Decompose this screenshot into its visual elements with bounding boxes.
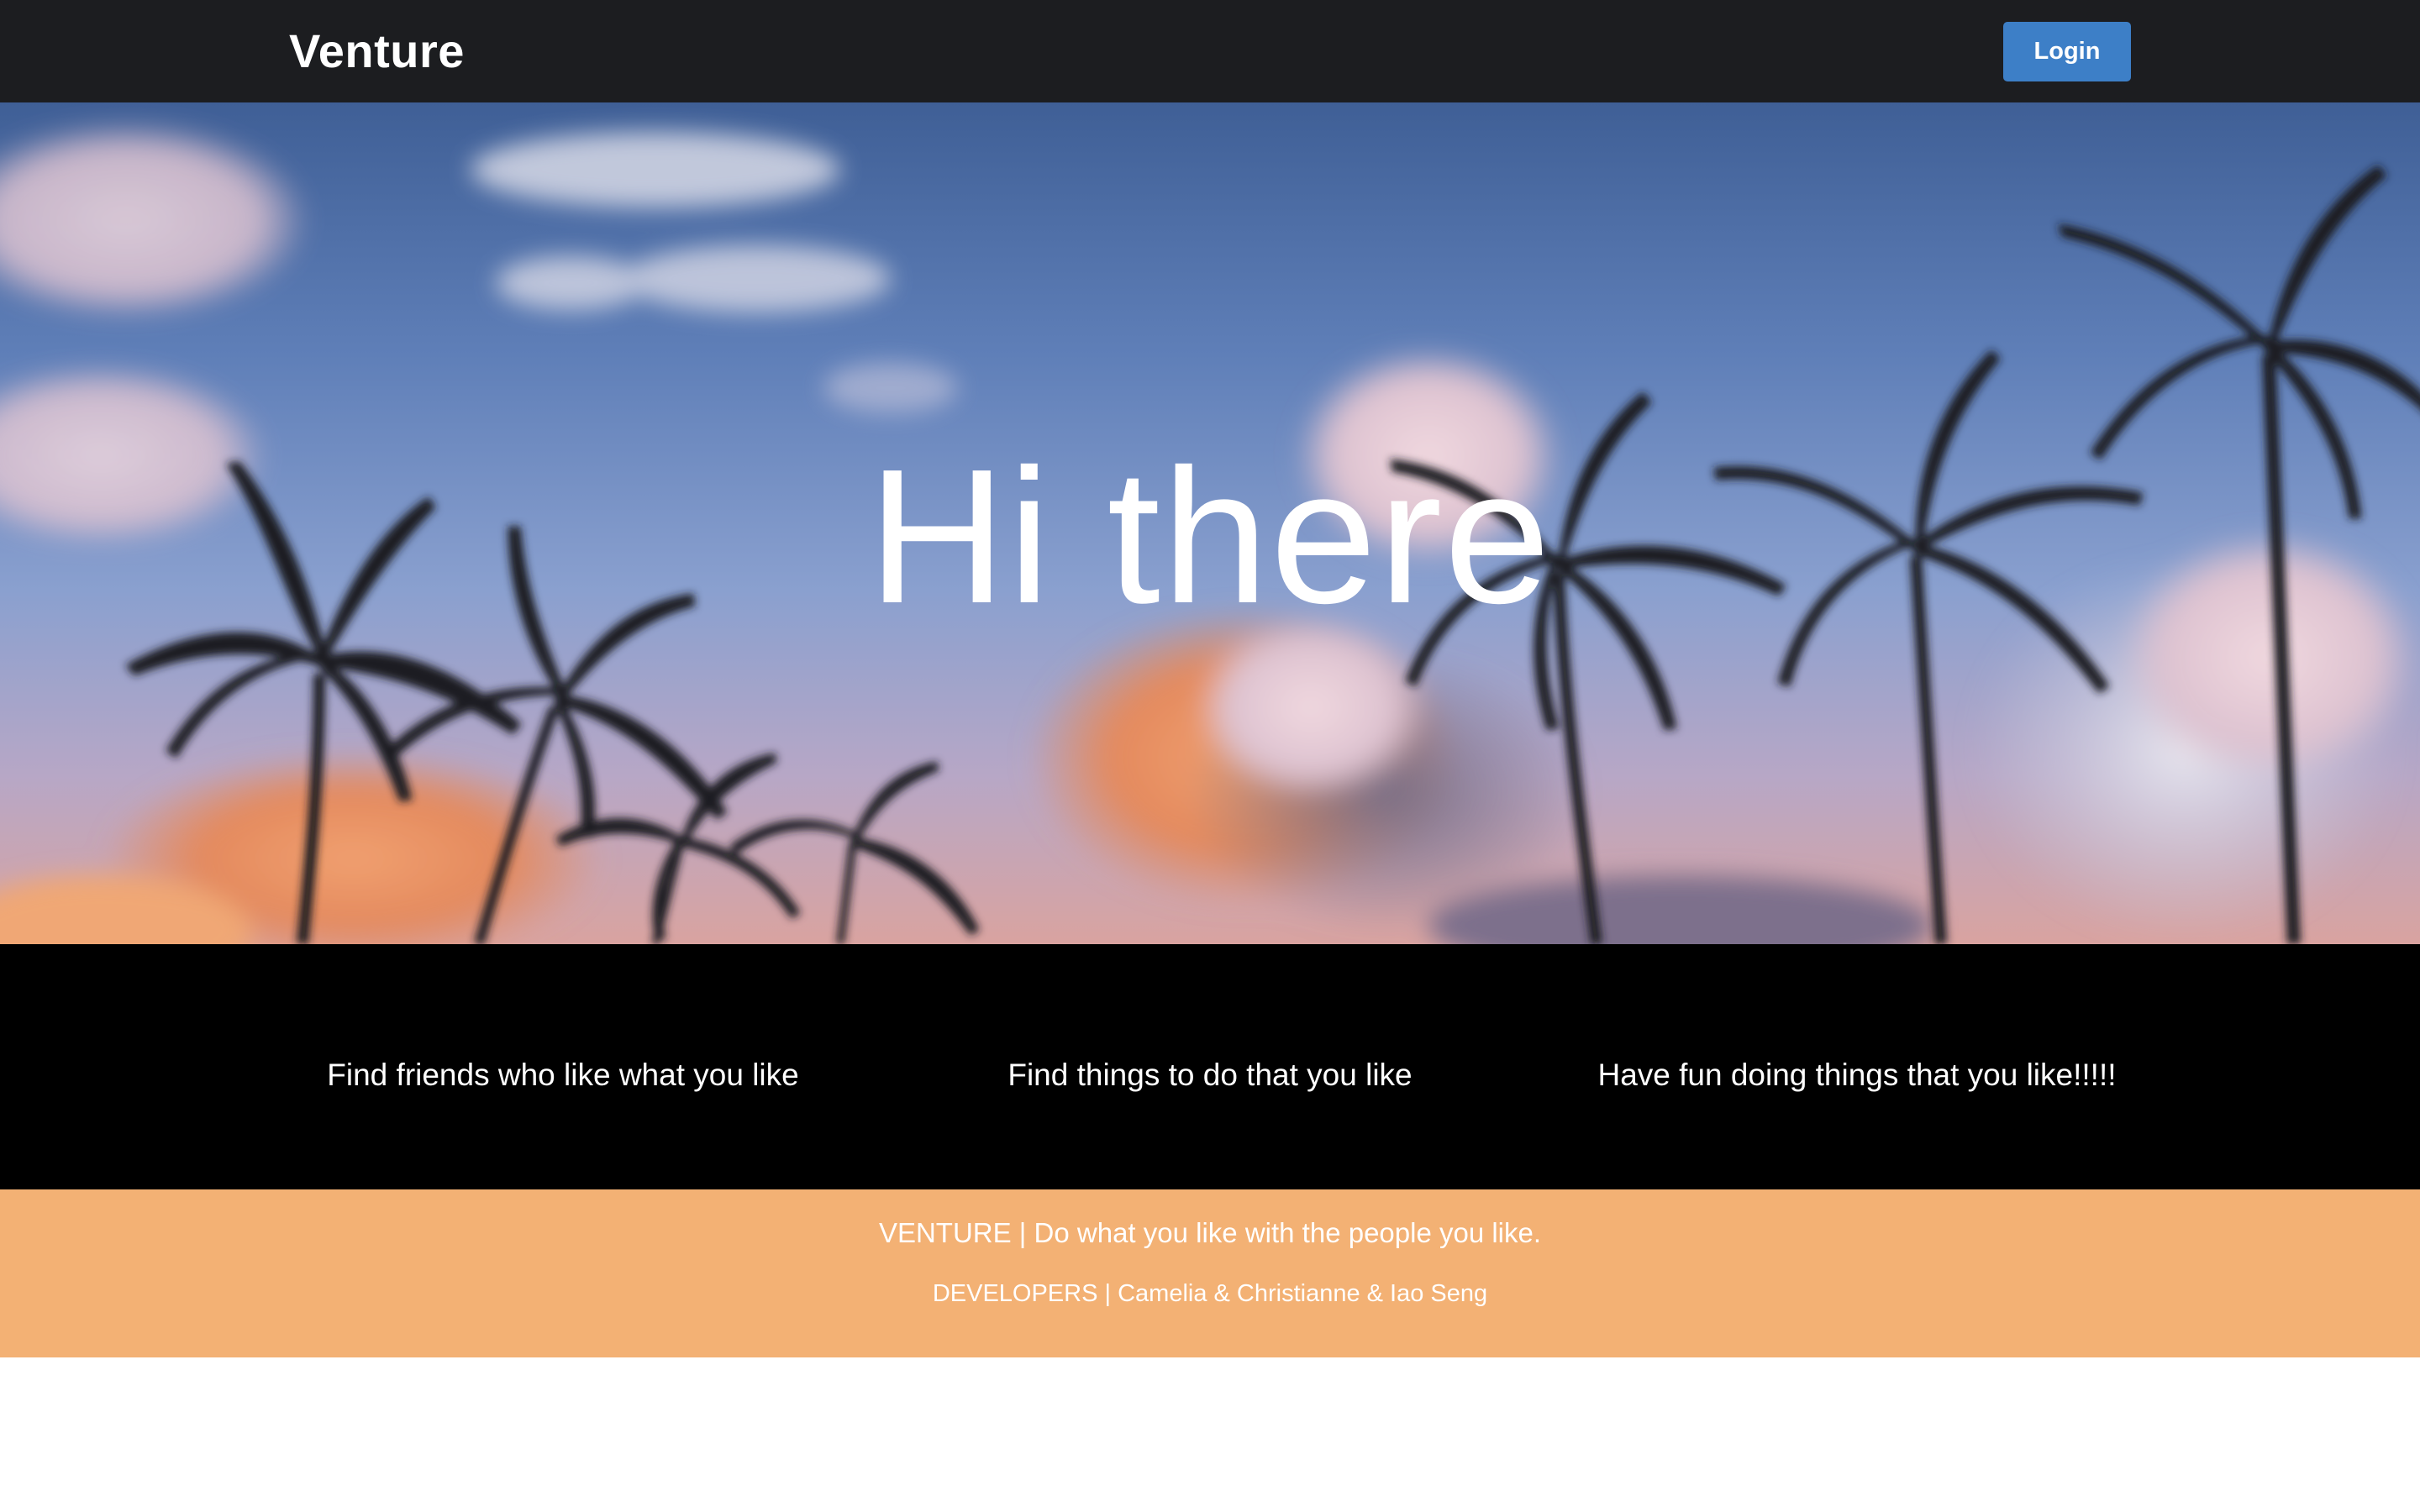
hero-title: Hi there (867, 430, 1553, 643)
feature-have-fun: Have fun doing things that you like!!!!! (1597, 1058, 2117, 1092)
feature-find-things: Find things to do that you like (1007, 1058, 1413, 1092)
hero-banner: Hi there (0, 102, 2420, 944)
features-strip: Find friends who like what you like Find… (0, 944, 2420, 1189)
footer-developers: DEVELOPERS | Camelia & Christianne & Iao… (932, 1280, 1488, 1307)
page-footer: VENTURE | Do what you like with the peop… (0, 1189, 2420, 1357)
brand-logo[interactable]: Venture (289, 22, 465, 81)
footer-tagline: VENTURE | Do what you like with the peop… (878, 1217, 1542, 1248)
top-navbar: Venture Login (0, 0, 2420, 102)
login-button[interactable]: Login (2003, 22, 2131, 81)
feature-find-friends: Find friends who like what you like (327, 1058, 799, 1092)
